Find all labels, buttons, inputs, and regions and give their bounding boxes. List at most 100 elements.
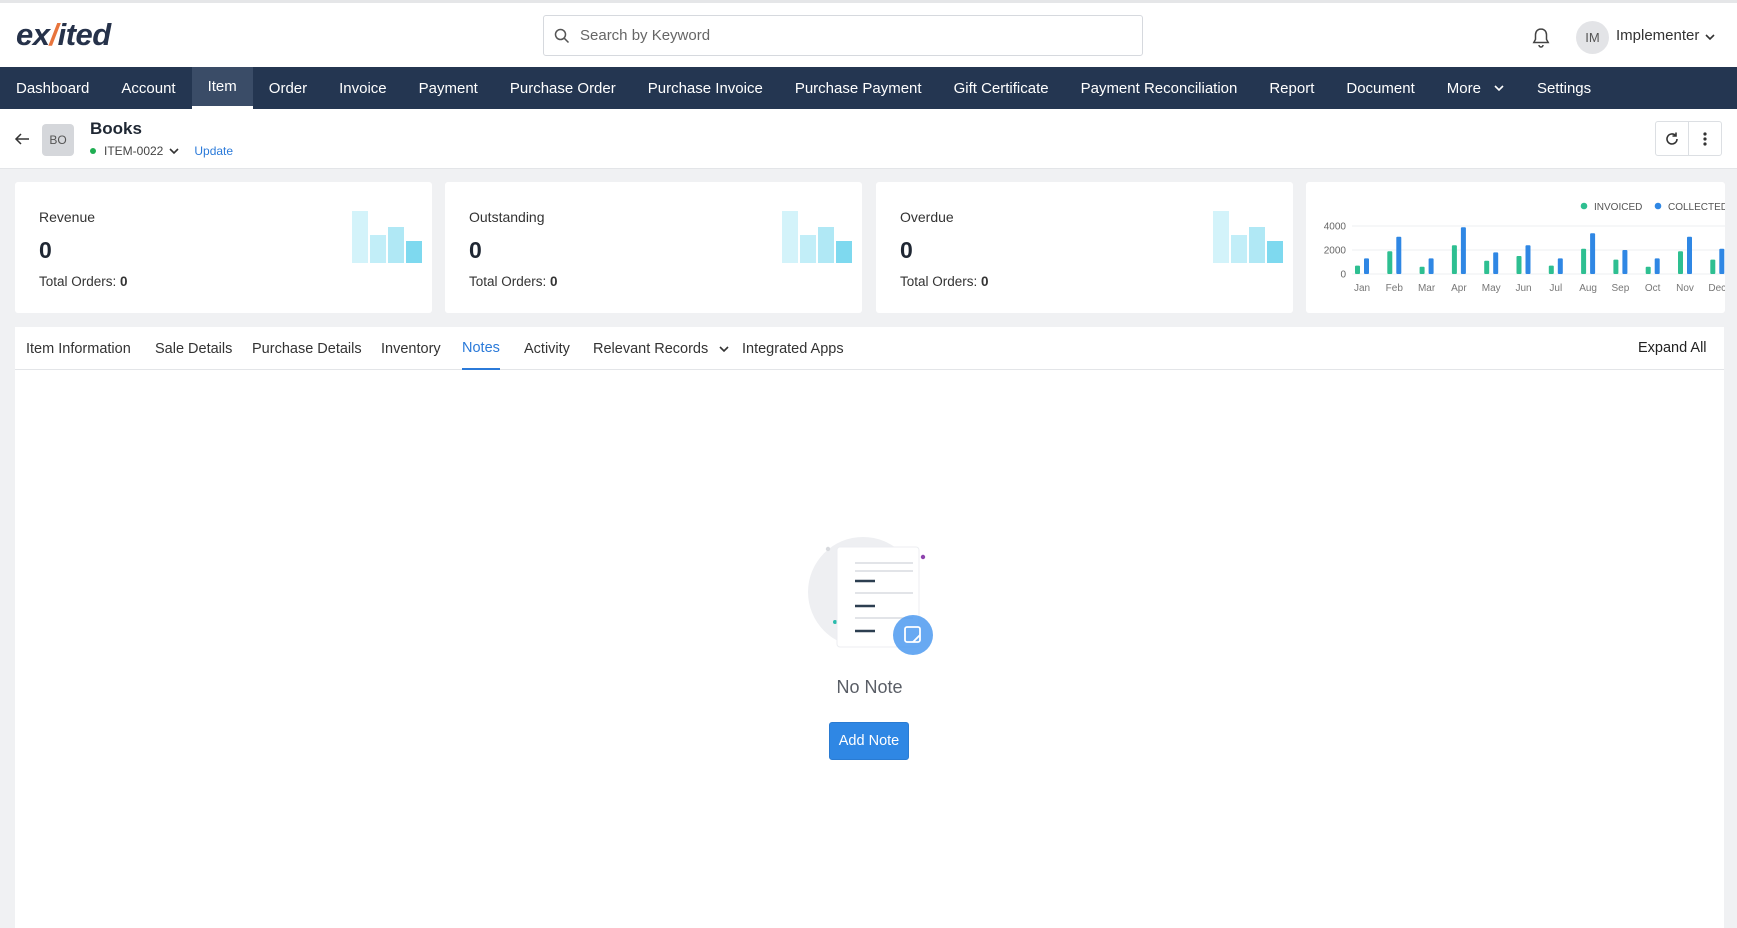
y-tick-label: 2000 xyxy=(1324,246,1347,257)
nav-item-label: More xyxy=(1446,79,1481,97)
card-value: 0 xyxy=(39,237,52,263)
orders-value: 0 xyxy=(120,274,128,289)
card-value: 0 xyxy=(900,237,913,263)
x-tick-label: Oct xyxy=(1645,283,1661,294)
nav-item-invoice[interactable]: Invoice xyxy=(323,67,403,109)
bar-collected-jan[interactable] xyxy=(1364,258,1369,274)
bar-invoiced-oct[interactable] xyxy=(1645,266,1651,274)
nav-item-settings[interactable]: Settings xyxy=(1521,67,1607,109)
nav-item-document[interactable]: Document xyxy=(1330,67,1430,109)
search-box[interactable] xyxy=(543,15,1143,56)
bar-collected-dec[interactable] xyxy=(1719,248,1725,274)
legend-dot-invoiced xyxy=(1580,202,1588,210)
x-tick-label: Jul xyxy=(1549,283,1562,294)
tab-label: Relevant Records xyxy=(593,340,709,357)
nav-item-purchase-order[interactable]: Purchase Order xyxy=(494,67,632,109)
bar-collected-sep[interactable] xyxy=(1622,250,1628,274)
bar-invoiced-sep[interactable] xyxy=(1613,259,1619,274)
kebab-icon xyxy=(1703,131,1707,146)
orders-label: Total Orders: xyxy=(39,274,117,289)
nav-item-purchase-invoice[interactable]: Purchase Invoice xyxy=(632,67,779,109)
tab-activity[interactable]: Activity xyxy=(524,327,570,370)
search-input[interactable] xyxy=(580,27,1120,44)
y-tick-label: 0 xyxy=(1340,270,1346,281)
bar-invoiced-dec[interactable] xyxy=(1710,259,1716,274)
orders-label: Total Orders: xyxy=(900,274,978,289)
tab-integrated-apps[interactable]: Integrated Apps xyxy=(742,327,844,370)
bar-collected-jul[interactable] xyxy=(1557,258,1563,274)
bar-invoiced-jul[interactable] xyxy=(1548,265,1554,274)
search-icon xyxy=(554,28,570,43)
bar-collected-apr[interactable] xyxy=(1460,227,1466,274)
chevron-down-icon[interactable] xyxy=(1704,31,1716,43)
update-link[interactable]: Update xyxy=(194,144,233,158)
bar-collected-nov[interactable] xyxy=(1687,236,1692,274)
back-arrow-icon[interactable] xyxy=(14,131,30,147)
tab-notes[interactable]: Notes xyxy=(462,327,500,370)
card-orders: Total Orders: 0 xyxy=(39,274,128,289)
nav-item-label: Invoice xyxy=(339,79,387,97)
nav-item-dashboard[interactable]: Dashboard xyxy=(0,67,105,109)
nav-item-label: Account xyxy=(121,79,176,97)
bar-collected-may[interactable] xyxy=(1493,252,1499,274)
bar-invoiced-jan[interactable] xyxy=(1355,265,1360,274)
bar-invoiced-feb[interactable] xyxy=(1387,251,1393,274)
card-value: 0 xyxy=(469,237,482,263)
bar-invoiced-jun[interactable] xyxy=(1516,256,1522,274)
nav-item-label: Payment xyxy=(418,79,478,97)
more-options-button[interactable] xyxy=(1688,121,1722,156)
tab-label: Purchase Details xyxy=(252,340,362,357)
tab-label: Notes xyxy=(462,339,500,356)
bar-invoiced-may[interactable] xyxy=(1484,260,1490,274)
nav-item-report[interactable]: Report xyxy=(1253,67,1330,109)
nav-item-payment-reconciliation[interactable]: Payment Reconciliation xyxy=(1065,67,1254,109)
nav-item-label: Report xyxy=(1269,79,1315,97)
nav-item-item[interactable]: Item xyxy=(191,67,253,109)
add-note-button[interactable]: Add Note xyxy=(829,722,909,760)
user-name[interactable]: Implementer xyxy=(1616,27,1699,44)
legend-dot-collected xyxy=(1654,202,1662,210)
user-avatar[interactable]: IM xyxy=(1576,21,1609,54)
bell-icon[interactable] xyxy=(1531,27,1551,49)
logo-slash: / xyxy=(49,17,58,52)
bar-invoiced-apr[interactable] xyxy=(1451,245,1457,274)
bar-collected-oct[interactable] xyxy=(1654,258,1660,274)
nav-item-account[interactable]: Account xyxy=(105,67,191,109)
nav-item-payment[interactable]: Payment xyxy=(403,67,494,109)
refresh-icon xyxy=(1666,132,1678,145)
bar-collected-aug[interactable] xyxy=(1590,233,1596,274)
nav-item-label: Purchase Invoice xyxy=(647,79,763,97)
left-gutter xyxy=(0,169,15,928)
empty-notes-illustration xyxy=(808,537,933,655)
bar-collected-jun[interactable] xyxy=(1525,245,1531,274)
tab-inventory[interactable]: Inventory xyxy=(381,327,441,370)
logo[interactable]: ex / ited xyxy=(16,15,111,55)
tab-relevant-records[interactable]: Relevant Records xyxy=(593,327,730,370)
orders-value: 0 xyxy=(550,274,558,289)
tab-sale-details[interactable]: Sale Details xyxy=(155,327,232,370)
bar-invoiced-mar[interactable] xyxy=(1419,266,1425,274)
card-label: Overdue xyxy=(900,209,954,225)
chevron-down-icon[interactable] xyxy=(168,145,180,157)
nav-item-purchase-payment[interactable]: Purchase Payment xyxy=(779,67,938,109)
bar-collected-feb[interactable] xyxy=(1396,236,1402,274)
nav-item-label: Purchase Order xyxy=(509,79,616,97)
main-nav: Dashboard Account Item Order Invoice Payment P… xyxy=(0,67,1737,109)
x-tick-label: Sep xyxy=(1612,283,1630,294)
refresh-button[interactable] xyxy=(1655,121,1689,156)
nav-item-label: Purchase Payment xyxy=(794,79,922,97)
tab-label: Item Information xyxy=(26,340,131,357)
nav-item-order[interactable]: Order xyxy=(253,67,323,109)
tab-purchase-details[interactable]: Purchase Details xyxy=(252,327,362,370)
detail-panel: Expand All Item Information Sale Details P… xyxy=(15,327,1724,928)
nav-item-more[interactable]: More xyxy=(1431,67,1521,109)
record-code[interactable]: ITEM-0022 xyxy=(104,144,163,158)
nav-item-gift-certificate[interactable]: Gift Certificate xyxy=(938,67,1065,109)
bar-invoiced-aug[interactable] xyxy=(1581,248,1587,274)
bar-collected-mar[interactable] xyxy=(1428,258,1434,274)
expand-all-button[interactable]: Expand All xyxy=(1638,340,1707,356)
tab-item-information[interactable]: Item Information xyxy=(26,327,131,370)
card-orders: Total Orders: 0 xyxy=(900,274,989,289)
invoiced-collected-chart-card: INVOICED COLLECTED 4000 2000 0 Jan Feb Mar Apr Ma… xyxy=(1306,182,1725,313)
bar-invoiced-nov[interactable] xyxy=(1678,251,1683,274)
